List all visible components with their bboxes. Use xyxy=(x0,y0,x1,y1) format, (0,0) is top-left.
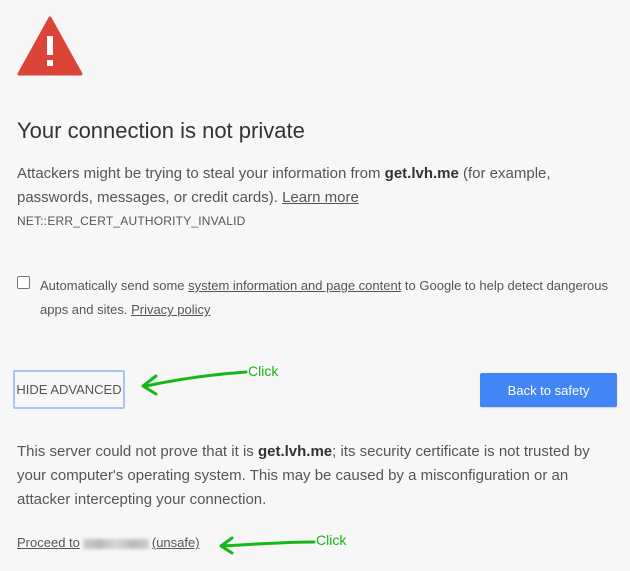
warning-triangle-icon xyxy=(17,16,83,76)
proceed-link-text: Proceed to xyxy=(17,535,80,550)
hide-advanced-button[interactable]: HIDE ADVANCED xyxy=(13,370,125,409)
redacted-host xyxy=(82,538,149,549)
back-to-safety-button[interactable]: Back to safety xyxy=(480,373,617,407)
reporting-label: Automatically send some system informati… xyxy=(40,274,617,322)
page-title: Your connection is not private xyxy=(17,118,305,143)
annotation-click-2: Click xyxy=(316,532,347,548)
proceed-link[interactable]: Proceed to (unsafe) xyxy=(17,535,200,550)
main-message-text: Attackers might be trying to steal your … xyxy=(17,165,385,182)
reporting-option: Automatically send some system informati… xyxy=(17,274,617,322)
privacy-policy-link[interactable]: Privacy policy xyxy=(131,302,210,317)
details-text: This server could not prove that it is g… xyxy=(17,440,617,512)
learn-more-link[interactable]: Learn more xyxy=(282,189,359,206)
main-message: Attackers might be trying to steal your … xyxy=(17,162,617,210)
reporting-checkbox[interactable] xyxy=(17,276,30,289)
reporting-text: Automatically send some xyxy=(40,278,189,293)
annotation-arrow-1 xyxy=(141,370,248,396)
annotation-arrow-2 xyxy=(219,536,316,555)
details-text-1: This server could not prove that it is xyxy=(17,443,258,460)
annotation-click-1: Click xyxy=(248,363,279,379)
system-info-link[interactable]: system information and page content xyxy=(188,278,401,293)
error-code: NET::ERR_CERT_AUTHORITY_INVALID xyxy=(17,214,246,228)
interstitial-page: Your connection is not private Attackers… xyxy=(0,0,630,571)
proceed-link-unsafe: (unsafe) xyxy=(151,535,200,550)
details-host-name: get.lvh.me xyxy=(257,443,333,460)
host-name: get.lvh.me xyxy=(384,165,459,182)
